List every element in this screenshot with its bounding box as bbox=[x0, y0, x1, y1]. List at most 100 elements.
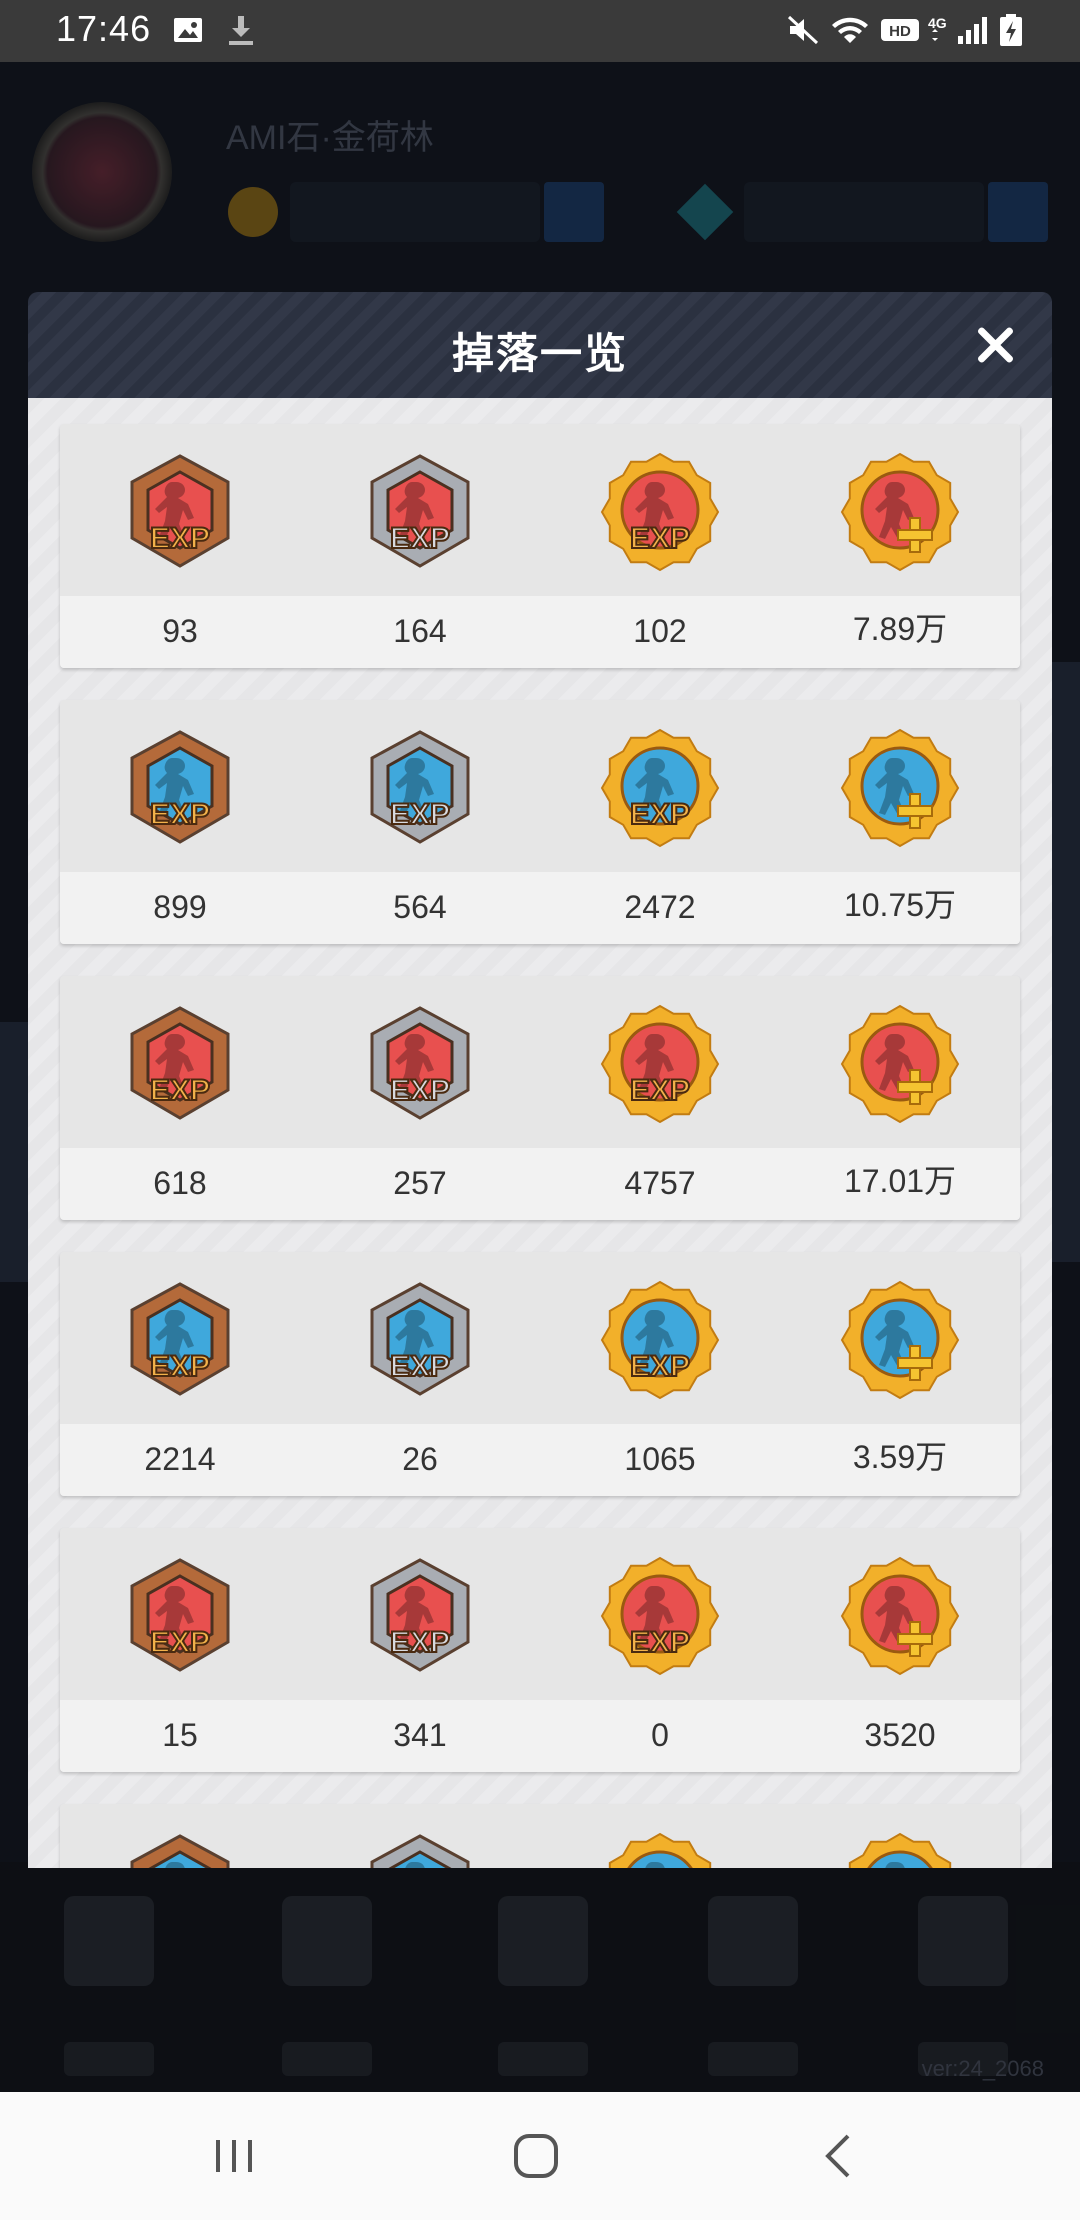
drop-row: EXP EXP EXP bbox=[60, 1804, 1020, 1868]
drop-item: EXP bbox=[300, 1804, 540, 1868]
svg-text:EXP: EXP bbox=[150, 522, 210, 555]
drop-item: EXP 15 bbox=[60, 1528, 300, 1772]
drop-item: EXP 2472 bbox=[540, 700, 780, 944]
svg-text:EXP: EXP bbox=[390, 1350, 450, 1383]
gold-plus-badge-icon bbox=[840, 1832, 960, 1868]
drop-row: EXP 93 EXP 164 EXP 102 7.89万 bbox=[60, 424, 1020, 668]
bronze-exp-badge-icon: EXP bbox=[120, 1556, 240, 1676]
svg-text:EXP: EXP bbox=[630, 1350, 690, 1383]
drop-item: EXP 341 bbox=[300, 1528, 540, 1772]
drop-count: 4757 bbox=[624, 1165, 696, 1201]
drop-count: 0 bbox=[651, 1717, 669, 1753]
gold-plus-badge-icon bbox=[840, 1280, 960, 1400]
silver-exp-badge-icon: EXP bbox=[360, 728, 480, 848]
gold-exp-badge-icon: EXP bbox=[600, 1556, 720, 1676]
svg-text:EXP: EXP bbox=[150, 1074, 210, 1107]
battery-charging-icon bbox=[1000, 14, 1022, 46]
svg-text:EXP: EXP bbox=[150, 1626, 210, 1659]
gold-plus-badge-icon bbox=[840, 1004, 960, 1124]
drop-count: 26 bbox=[402, 1441, 438, 1477]
gold-plus-badge-icon bbox=[840, 452, 960, 572]
drop-count: 618 bbox=[153, 1165, 207, 1201]
svg-text:EXP: EXP bbox=[630, 1074, 690, 1107]
bronze-exp-badge-icon: EXP bbox=[120, 728, 240, 848]
svg-text:HD: HD bbox=[889, 23, 911, 40]
dialog-header: 掉落一览 bbox=[28, 292, 1052, 398]
system-navigation-bar bbox=[0, 2092, 1080, 2220]
dialog-title: 掉落一览 bbox=[451, 330, 628, 377]
gold-exp-badge-icon: EXP bbox=[600, 1280, 720, 1400]
drop-count: 7.89万 bbox=[852, 611, 948, 647]
home-icon[interactable] bbox=[496, 2126, 576, 2186]
download-icon bbox=[229, 16, 253, 45]
hd-icon: HD bbox=[881, 19, 919, 41]
drop-item bbox=[780, 1804, 1020, 1868]
drop-item: EXP 4757 bbox=[540, 976, 780, 1220]
bronze-exp-badge-icon: EXP bbox=[120, 452, 240, 572]
drop-item: 17.01万 bbox=[780, 976, 1020, 1220]
bronze-exp-badge-icon: EXP bbox=[120, 1832, 240, 1868]
drop-item: EXP 102 bbox=[540, 424, 780, 668]
drop-item: 7.89万 bbox=[780, 424, 1020, 668]
bronze-exp-badge-icon: EXP bbox=[120, 1004, 240, 1124]
mute-icon bbox=[787, 15, 819, 45]
drop-item: EXP 618 bbox=[60, 976, 300, 1220]
drop-count: 17.01万 bbox=[843, 1163, 957, 1199]
gold-exp-badge-icon: EXP bbox=[600, 1832, 720, 1868]
drop-count: 1065 bbox=[624, 1441, 696, 1477]
drop-count: 102 bbox=[633, 613, 687, 649]
drop-item: EXP 899 bbox=[60, 700, 300, 944]
drop-list[interactable]: EXP 93 EXP 164 EXP 102 7.89万 EXP 899 EXP 564 EXP 247… bbox=[28, 398, 1052, 1868]
drop-count: 564 bbox=[393, 889, 447, 925]
drop-item: 10.75万 bbox=[780, 700, 1020, 944]
drop-count: 2472 bbox=[624, 889, 696, 925]
gold-exp-badge-icon: EXP bbox=[600, 452, 720, 572]
drop-item: EXP 2214 bbox=[60, 1252, 300, 1496]
silver-exp-badge-icon: EXP bbox=[360, 1280, 480, 1400]
drop-item: EXP 0 bbox=[540, 1528, 780, 1772]
back-icon[interactable] bbox=[800, 2126, 880, 2186]
status-bar: 17:46 HD 4G bbox=[0, 0, 1080, 62]
image-icon bbox=[174, 18, 202, 42]
drop-item: 3520 bbox=[780, 1528, 1020, 1772]
drop-count: 15 bbox=[162, 1717, 198, 1753]
gold-plus-badge-icon bbox=[840, 1556, 960, 1676]
drop-item: 3.59万 bbox=[780, 1252, 1020, 1496]
gold-exp-badge-icon: EXP bbox=[600, 1004, 720, 1124]
svg-text:4G: 4G bbox=[928, 15, 947, 31]
svg-text:EXP: EXP bbox=[390, 798, 450, 831]
drop-row: EXP 899 EXP 564 EXP 2472 10.75万 bbox=[60, 700, 1020, 944]
silver-exp-badge-icon: EXP bbox=[360, 1556, 480, 1676]
drop-row: EXP 15 EXP 341 EXP 0 3520 bbox=[60, 1528, 1020, 1772]
silver-exp-badge-icon: EXP bbox=[360, 452, 480, 572]
bronze-exp-badge-icon: EXP bbox=[120, 1280, 240, 1400]
drop-row: EXP 2214 EXP 26 EXP 1065 3.59万 bbox=[60, 1252, 1020, 1496]
signal-4g-icon: 4G bbox=[928, 15, 987, 44]
drop-count: 93 bbox=[162, 613, 198, 649]
drop-item: EXP 164 bbox=[300, 424, 540, 668]
recents-icon[interactable] bbox=[194, 2126, 274, 2186]
status-time: 17:46 bbox=[56, 8, 152, 49]
drop-count: 2214 bbox=[144, 1441, 216, 1477]
gold-plus-badge-icon bbox=[840, 728, 960, 848]
close-icon[interactable] bbox=[970, 320, 1020, 370]
drop-item: EXP bbox=[60, 1804, 300, 1868]
wifi-icon bbox=[832, 17, 868, 43]
gold-exp-badge-icon: EXP bbox=[600, 728, 720, 848]
drop-count: 257 bbox=[393, 1165, 447, 1201]
svg-text:EXP: EXP bbox=[390, 522, 450, 555]
drop-count: 899 bbox=[153, 889, 207, 925]
drop-count: 341 bbox=[393, 1717, 447, 1753]
drop-item: EXP 1065 bbox=[540, 1252, 780, 1496]
svg-text:EXP: EXP bbox=[630, 522, 690, 555]
silver-exp-badge-icon: EXP bbox=[360, 1004, 480, 1124]
svg-text:EXP: EXP bbox=[150, 1350, 210, 1383]
drop-row: EXP 618 EXP 257 EXP 4757 17.01万 bbox=[60, 976, 1020, 1220]
drop-count: 3.59万 bbox=[852, 1439, 948, 1475]
silver-exp-badge-icon: EXP bbox=[360, 1832, 480, 1868]
drop-item: EXP 564 bbox=[300, 700, 540, 944]
drop-count: 3520 bbox=[864, 1717, 936, 1753]
drop-count: 164 bbox=[393, 613, 447, 649]
drop-item: EXP 93 bbox=[60, 424, 300, 668]
drop-item: EXP bbox=[540, 1804, 780, 1868]
